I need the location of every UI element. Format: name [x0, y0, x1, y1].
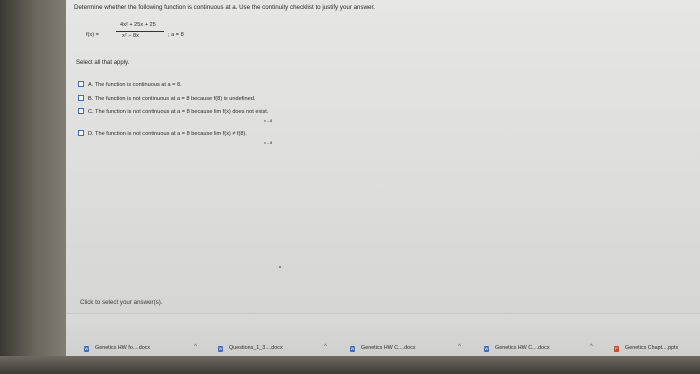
option-d-letter: D. — [88, 131, 94, 137]
option-d-text: The function is not continuous at a = 8 … — [95, 131, 247, 137]
select-instruction: Select all that apply. — [76, 60, 130, 66]
option-b-letter: B. — [88, 96, 94, 102]
option-a-checkbox[interactable] — [78, 81, 84, 87]
option-a-text: The function is continuous at a = 8. — [94, 82, 182, 88]
question-prompt: Determine whether the following function… — [74, 4, 375, 11]
word-doc-icon: W — [350, 346, 355, 352]
powerpoint-icon: P — [614, 346, 619, 352]
click-hint: Click to select your answer(s). — [80, 299, 163, 306]
fraction-bar — [116, 31, 164, 32]
function-denominator: x² − 8x — [122, 33, 139, 39]
option-c-checkbox[interactable] — [78, 108, 84, 114]
option-c-letter: C. — [88, 109, 94, 115]
function-lhs: f(x) = — [86, 32, 99, 38]
cursor-dot — [279, 266, 281, 268]
monitor-bezel-left — [0, 0, 66, 374]
option-c-text: The function is not continuous at a = 8 … — [95, 109, 269, 115]
option-b-checkbox[interactable] — [78, 95, 84, 101]
downloads-bar: W Genetics HW fo....docx ^ W Questions_1… — [66, 314, 700, 358]
monitor-bezel-bottom — [0, 356, 700, 374]
browser-content: Determine whether the following function… — [66, 0, 700, 358]
word-doc-icon: W — [84, 346, 89, 352]
word-doc-icon: W — [218, 346, 223, 352]
function-condition: ; a = 8 — [168, 32, 184, 38]
function-numerator: 4x² + 25x + 25 — [120, 22, 156, 28]
chevron-up-icon[interactable]: ^ — [324, 344, 327, 350]
word-doc-icon: W — [484, 346, 489, 352]
chevron-up-icon[interactable]: ^ — [194, 344, 197, 350]
chevron-up-icon[interactable]: ^ — [590, 344, 593, 350]
option-b-text: The function is not continuous at a = 8 … — [94, 96, 256, 102]
chevron-up-icon[interactable]: ^ — [458, 344, 461, 350]
option-d-limit-subscript: x→8 — [264, 140, 273, 145]
option-a-letter: A. — [88, 82, 94, 88]
option-c-limit-subscript: x→8 — [264, 118, 273, 123]
option-d-checkbox[interactable] — [78, 130, 84, 136]
